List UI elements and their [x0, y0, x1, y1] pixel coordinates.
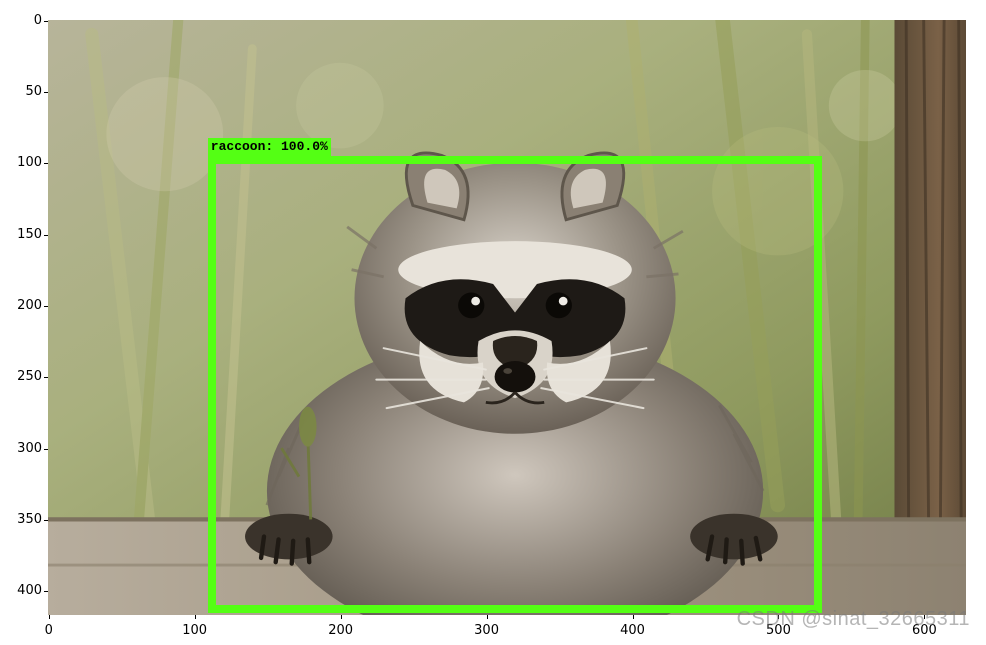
x-tick-mark: [924, 615, 925, 619]
y-tick-mark: [44, 449, 48, 450]
raccoon-photo-svg: [48, 20, 966, 615]
y-tick-mark: [44, 92, 48, 93]
x-tick-label: 0: [45, 623, 53, 638]
y-tick-mark: [44, 591, 48, 592]
x-tick-label: 300: [474, 623, 499, 638]
y-tick-mark: [44, 520, 48, 521]
y-tick-label: 350: [2, 512, 42, 527]
axes: raccoon: 100.0%: [48, 20, 966, 615]
x-tick-mark: [341, 615, 342, 619]
y-tick-mark: [44, 377, 48, 378]
y-tick-mark: [44, 306, 48, 307]
x-tick-mark: [778, 615, 779, 619]
x-tick-label: 100: [182, 623, 207, 638]
x-tick-label: 600: [912, 623, 937, 638]
y-tick-label: 100: [2, 155, 42, 170]
y-tick-label: 200: [2, 298, 42, 313]
y-tick-label: 150: [2, 227, 42, 242]
y-tick-mark: [44, 21, 48, 22]
x-tick-label: 400: [620, 623, 645, 638]
detection-image: [48, 20, 966, 615]
x-tick-mark: [633, 615, 634, 619]
x-tick-mark: [487, 615, 488, 619]
y-tick-label: 50: [2, 84, 42, 99]
y-tick-mark: [44, 235, 48, 236]
y-tick-label: 300: [2, 441, 42, 456]
y-tick-label: 250: [2, 369, 42, 384]
detection-bbox-0-label: raccoon: 100.0%: [208, 138, 331, 156]
y-tick-label: 0: [2, 13, 42, 28]
y-tick-mark: [44, 163, 48, 164]
x-tick-mark: [49, 615, 50, 619]
figure: raccoon: 100.0% 0 50 100 150 200 250 300 350 400…: [0, 0, 986, 645]
x-tick-label: 200: [328, 623, 353, 638]
x-tick-label: 500: [766, 623, 791, 638]
x-tick-mark: [195, 615, 196, 619]
y-tick-label: 400: [2, 583, 42, 598]
